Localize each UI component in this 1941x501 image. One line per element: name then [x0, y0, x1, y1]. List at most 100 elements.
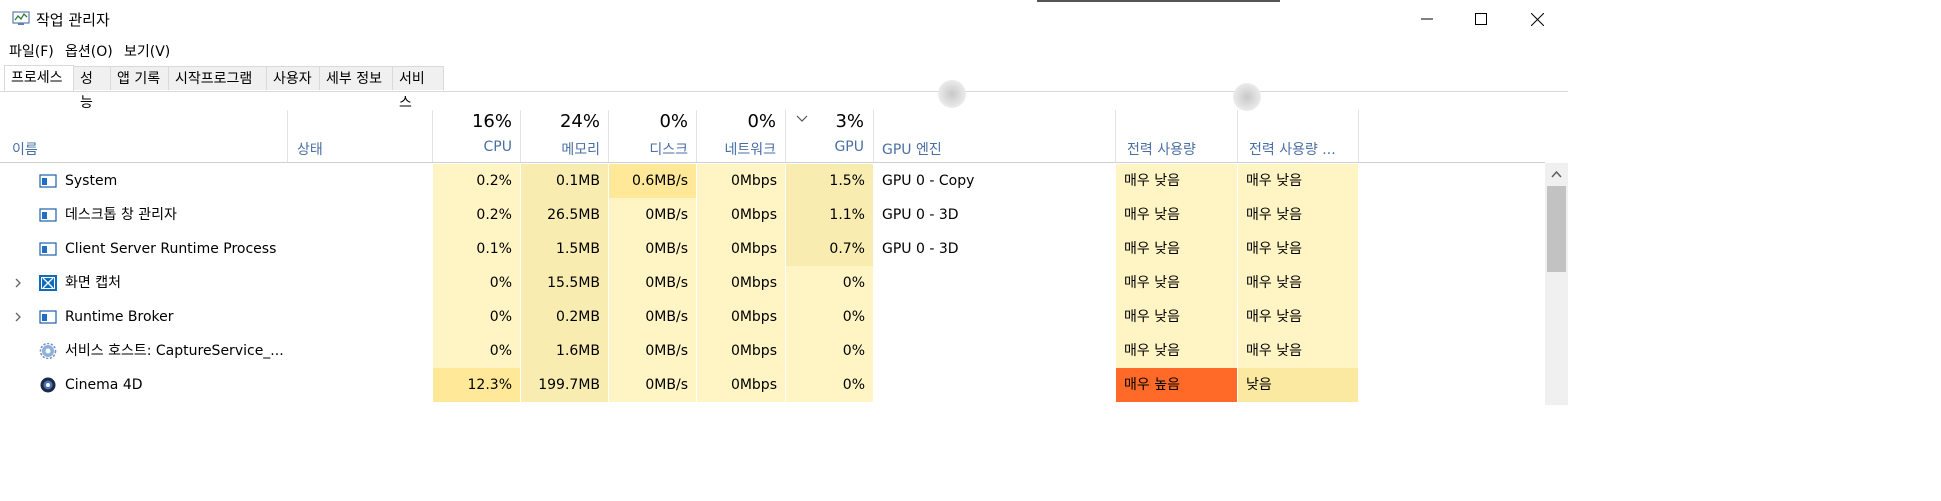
- expand-chevron-icon[interactable]: [11, 276, 25, 290]
- expand-chevron-icon[interactable]: [11, 310, 25, 324]
- cell-power-usage: 매우 낮음: [1116, 334, 1237, 368]
- window-icon: [39, 208, 57, 222]
- cell-mem: 1.6MB: [521, 334, 608, 368]
- cell-power-usage: 매우 높음: [1116, 368, 1237, 402]
- minimize-icon: [1421, 18, 1433, 20]
- tab-startup[interactable]: 시작프로그램: [168, 66, 267, 90]
- cell-net: 0Mbps: [697, 368, 785, 402]
- menu-file[interactable]: 파일(F): [9, 41, 54, 61]
- column-separator: [873, 110, 874, 162]
- cell-mem: 0.2MB: [521, 300, 608, 334]
- process-name[interactable]: System: [65, 164, 117, 198]
- cell-power-usage-trend: 매우 낮음: [1238, 198, 1358, 232]
- tab-details[interactable]: 세부 정보: [319, 66, 393, 90]
- cell-cpu: 0.2%: [433, 164, 520, 198]
- cell-power-usage: 매우 낮음: [1116, 198, 1237, 232]
- header-cpu[interactable]: CPU: [440, 139, 512, 155]
- header-memory[interactable]: 메모리: [528, 139, 600, 159]
- cell-mem: 15.5MB: [521, 266, 608, 300]
- close-button[interactable]: [1508, 0, 1566, 38]
- process-name[interactable]: Cinema 4D: [65, 368, 143, 402]
- process-name[interactable]: 화면 캡처: [65, 266, 121, 300]
- window-title: 작업 관리자: [36, 11, 110, 29]
- header-network[interactable]: 네트워크: [704, 139, 776, 159]
- tab-performance[interactable]: 성능: [73, 66, 111, 111]
- cell-disk: 0MB/s: [609, 232, 696, 266]
- cell-gpu-engine: GPU 0 - Copy: [882, 173, 975, 189]
- menu-options[interactable]: 옵션(O): [65, 41, 113, 61]
- cell-net: 0Mbps: [697, 334, 785, 368]
- window-icon: [39, 310, 57, 324]
- cell-power-usage-trend: 매우 낮음: [1238, 334, 1358, 368]
- header-disk[interactable]: 디스크: [616, 139, 688, 159]
- cell-gpu-engine: [882, 334, 1112, 368]
- column-separator: [287, 110, 288, 162]
- cell-net: 0Mbps: [697, 232, 785, 266]
- process-name[interactable]: Client Server Runtime Process: [65, 232, 276, 266]
- header-power-usage[interactable]: 전력 사용량: [1127, 139, 1196, 159]
- cell-gpu: 0.7%: [786, 232, 873, 266]
- cell-net: 0Mbps: [697, 266, 785, 300]
- gear-icon: [39, 343, 57, 359]
- header-status[interactable]: 상태: [297, 139, 323, 159]
- process-name[interactable]: Runtime Broker: [65, 300, 174, 334]
- cell-gpu-engine: GPU 0 - 3D: [882, 207, 959, 223]
- menu-view[interactable]: 보기(V): [124, 41, 170, 61]
- column-separator: [1115, 110, 1116, 162]
- cell-cpu: 0%: [433, 334, 520, 368]
- tab-services[interactable]: 서비스: [392, 66, 444, 111]
- header-divider: [0, 162, 1545, 163]
- cell-gpu: 0%: [786, 300, 873, 334]
- cell-power-usage: 매우 낮음: [1116, 266, 1237, 300]
- menu-bar: [0, 38, 1568, 62]
- header-gpu-engine[interactable]: GPU 엔진: [882, 139, 942, 159]
- tab-processes[interactable]: 프로세스: [4, 65, 74, 91]
- cell-cpu: 0%: [433, 266, 520, 300]
- header-gpu-percent[interactable]: 3%: [792, 111, 864, 132]
- column-separator: [432, 110, 433, 162]
- cell-cpu: 0%: [433, 300, 520, 334]
- minimize-button[interactable]: [1398, 0, 1456, 38]
- header-memory-percent[interactable]: 24%: [528, 111, 600, 132]
- cell-power-usage: 매우 낮음: [1116, 300, 1237, 334]
- maximize-button[interactable]: [1452, 0, 1510, 38]
- maximize-icon: [1475, 13, 1487, 25]
- cell-gpu: 0%: [786, 266, 873, 300]
- header-power-usage-trend[interactable]: 전력 사용량 ...: [1249, 139, 1336, 159]
- cell-power-usage-trend: 낮음: [1238, 368, 1358, 402]
- cinema4d-icon: [40, 377, 56, 393]
- cell-mem: 26.5MB: [521, 198, 608, 232]
- cell-mem: 199.7MB: [521, 368, 608, 402]
- process-name[interactable]: 데스크톱 창 관리자: [65, 198, 177, 232]
- window-icon: [39, 174, 57, 188]
- cell-gpu: 1.1%: [786, 198, 873, 232]
- cell-gpu: 0%: [786, 368, 873, 402]
- column-separator: [608, 110, 609, 162]
- cell-gpu: 1.5%: [786, 164, 873, 198]
- cell-disk: 0MB/s: [609, 300, 696, 334]
- column-separator: [785, 110, 786, 162]
- cell-power-usage-trend: 매우 낮음: [1238, 232, 1358, 266]
- header-network-percent[interactable]: 0%: [704, 111, 776, 132]
- cell-power-usage: 매우 낮음: [1116, 164, 1237, 198]
- close-icon: [1530, 12, 1544, 26]
- header-cpu-percent[interactable]: 16%: [440, 111, 512, 132]
- top-strip: [1037, 0, 1280, 2]
- column-separator: [1358, 110, 1359, 162]
- scrollbar-thumb[interactable]: [1547, 186, 1566, 272]
- cell-disk: 0MB/s: [609, 334, 696, 368]
- blur-artifact: [1233, 83, 1261, 111]
- header-disk-percent[interactable]: 0%: [616, 111, 688, 132]
- tab-users[interactable]: 사용자: [266, 66, 320, 90]
- cell-gpu: 0%: [786, 334, 873, 368]
- scroll-up-arrow-icon[interactable]: [1545, 163, 1568, 185]
- blur-artifact: [938, 80, 966, 108]
- cell-cpu: 0.2%: [433, 198, 520, 232]
- cell-gpu-engine: GPU 0 - 3D: [882, 241, 959, 257]
- cell-gpu-engine: [882, 300, 1112, 334]
- process-name[interactable]: 서비스 호스트: CaptureService_...: [65, 334, 284, 368]
- tab-app-history[interactable]: 앱 기록: [110, 66, 169, 90]
- cell-gpu-engine: [882, 368, 1112, 402]
- header-name[interactable]: 이름: [12, 139, 38, 159]
- header-gpu[interactable]: GPU: [792, 139, 864, 155]
